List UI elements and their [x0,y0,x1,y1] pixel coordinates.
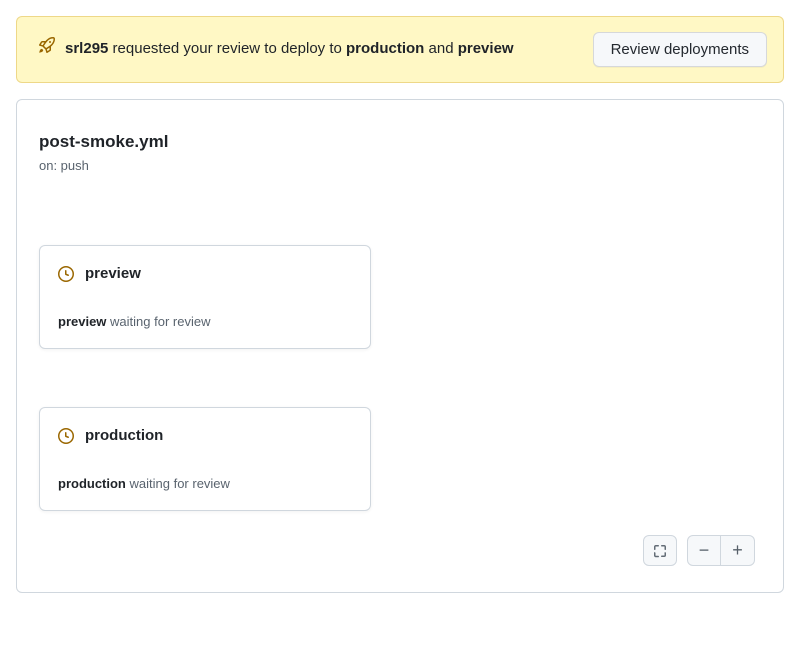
clock-icon [58,428,74,444]
job-name: preview [85,265,141,282]
banner-message-part1: requested your review to deploy to [108,40,346,57]
rocket-icon [39,37,55,53]
workflow-header: post-smoke.yml on: push [39,132,168,173]
job-card-preview[interactable]: preview preview waiting for review [39,245,371,349]
actor-login: srl295 [65,40,108,57]
job-header: preview [58,265,352,282]
canvas-controls: − + [643,535,755,566]
screen-full-icon [652,543,668,559]
minus-icon: − [699,541,710,559]
zoom-in-button[interactable]: + [721,535,755,566]
zoom-control: − + [687,535,755,566]
zoom-out-button[interactable]: − [687,535,721,566]
job-status-text: waiting for review [106,314,210,329]
env-production-label: production [346,40,424,57]
job-header: production [58,427,352,444]
job-status-env: production [58,476,126,491]
clock-icon [58,266,74,282]
env-preview-label: preview [458,40,514,57]
plus-icon: + [732,541,743,559]
workflow-file-name: post-smoke.yml [39,132,168,152]
fit-to-window-button[interactable] [643,535,677,566]
banner-message: srl295 requested your review to deploy t… [65,36,514,62]
review-deployments-button[interactable]: Review deployments [593,32,767,67]
job-status: production waiting for review [58,476,352,491]
job-status: preview waiting for review [58,314,352,329]
deployment-review-banner: srl295 requested your review to deploy t… [16,16,784,83]
job-status-env: preview [58,314,106,329]
banner-conjunction: and [424,40,457,57]
job-card-production[interactable]: production production waiting for review [39,407,371,511]
workflow-trigger: on: push [39,158,168,173]
job-name: production [85,427,163,444]
job-status-text: waiting for review [126,476,230,491]
workflow-graph-card: post-smoke.yml on: push preview preview … [16,99,784,593]
